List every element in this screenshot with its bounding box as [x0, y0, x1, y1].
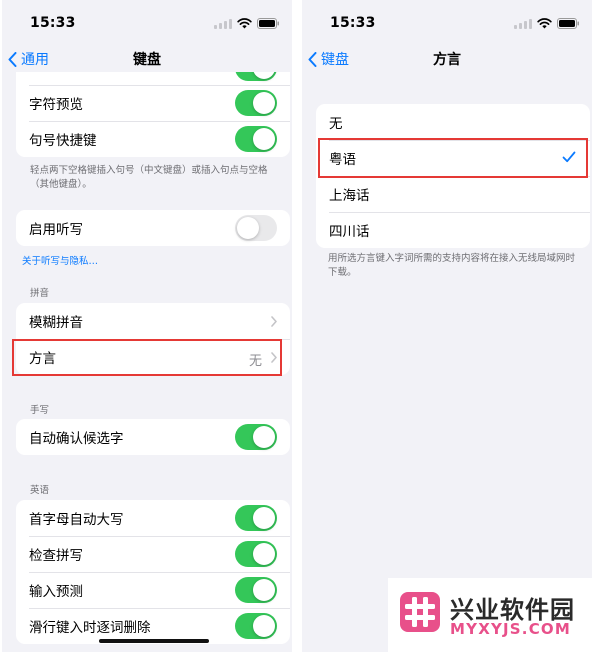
section-header-pinyin: 拼音: [30, 288, 50, 299]
toggle-period-shortcut[interactable]: [235, 126, 277, 152]
option-label: 无: [329, 116, 343, 132]
toggle-auto-confirm[interactable]: [235, 424, 277, 450]
wifi-icon: [537, 17, 552, 28]
row-label: 滑行键入时逐词删除: [29, 620, 151, 636]
hash-logo-icon: [400, 592, 440, 632]
dialect-option-none[interactable]: 无: [316, 104, 590, 140]
row-predictive: 输入预测: [16, 572, 290, 608]
row-check-spelling: 检查拼写: [16, 536, 290, 572]
period-shortcut-note: 轻点两下空格键插入句号（中文键盘）或插入句点与空格（其他键盘）。: [30, 165, 268, 190]
handwriting-group: 自动确认候选字: [16, 419, 290, 455]
page-title: 方言: [433, 52, 461, 68]
row-label: 输入预测: [29, 584, 83, 600]
cellular-signal-icon: [214, 18, 232, 29]
status-time: 15:33: [330, 15, 376, 31]
row-label: 自动确认候选字: [29, 431, 124, 447]
row-label: 模糊拼音: [29, 315, 83, 331]
dialect-option-sichuanese[interactable]: 四川话: [316, 212, 590, 248]
pinyin-group: 模糊拼音 方言 无: [16, 303, 290, 375]
option-label: 上海话: [329, 188, 370, 204]
option-label: 四川话: [329, 224, 370, 240]
row-auto-capitalization: 首字母自动大写: [16, 500, 290, 536]
row-label: 字符预览: [29, 97, 83, 113]
battery-icon: [257, 17, 279, 29]
row-fuzzy-pinyin[interactable]: 模糊拼音: [16, 303, 290, 339]
row-enable-dictation: 启用听写: [16, 210, 290, 246]
dialect-download-note: 用所选方言键入字词所需的支持内容将在接入无线局域网时下载。: [328, 253, 576, 278]
checkmark-icon: [562, 151, 576, 163]
chevron-right-icon: [271, 352, 277, 363]
dialect-option-cantonese[interactable]: 粤语: [316, 140, 590, 176]
row-label: 句号快捷键: [29, 133, 97, 149]
row-label: 方言: [29, 351, 56, 367]
row-label: 启用听写: [29, 222, 83, 238]
battery-icon: [557, 17, 579, 29]
toggle-enable-dictation[interactable]: [235, 215, 277, 241]
row-character-preview: 字符预览: [16, 85, 290, 121]
row-dialect[interactable]: 方言 无: [16, 339, 290, 375]
dialect-option-shanghainese[interactable]: 上海话: [316, 176, 590, 212]
toggle-check-spelling[interactable]: [235, 541, 277, 567]
chevron-right-icon: [271, 316, 277, 327]
english-group: 首字母自动大写 检查拼写 输入预测 滑行键入时逐词删除: [16, 500, 290, 644]
row-period-shortcut: 句号快捷键: [16, 121, 290, 157]
dialect-options-group: 无 粤语 上海话 四川话: [316, 104, 590, 248]
status-bar: 15:33: [302, 0, 592, 44]
dialect-screen: 15:33 键盘 方言 无 粤语 上海话 四川话 用所选方言键入字词所需的支持内…: [302, 0, 592, 652]
home-indicator: [99, 639, 209, 643]
section-header-handwriting: 手写: [30, 405, 50, 416]
toggle-auto-capitalization[interactable]: [235, 505, 277, 531]
keyboard-settings-screen: 15:33 通用 键盘: [2, 0, 292, 652]
option-label: 粤语: [329, 152, 356, 168]
dictation-group: 启用听写: [16, 210, 290, 246]
wifi-icon: [237, 17, 252, 28]
watermark-url: MYXYJS.COM: [450, 620, 571, 638]
dictation-privacy-link[interactable]: 关于听写与隐私…: [22, 253, 98, 267]
watermark: 兴业软件园 MYXYJS.COM: [388, 578, 603, 652]
toggle-character-preview[interactable]: [235, 90, 277, 116]
cellular-signal-icon: [514, 18, 532, 29]
row-label: 检查拼写: [29, 548, 83, 564]
navigation-bar: 键盘 方言: [302, 44, 592, 72]
toggle-slide-delete[interactable]: [235, 613, 277, 639]
section-header-english: 英语: [30, 485, 50, 496]
row-label: 首字母自动大写: [29, 512, 124, 528]
dialect-value: 无: [248, 354, 262, 369]
toggle-predictive[interactable]: [235, 577, 277, 603]
row-auto-confirm: 自动确认候选字: [16, 419, 290, 455]
